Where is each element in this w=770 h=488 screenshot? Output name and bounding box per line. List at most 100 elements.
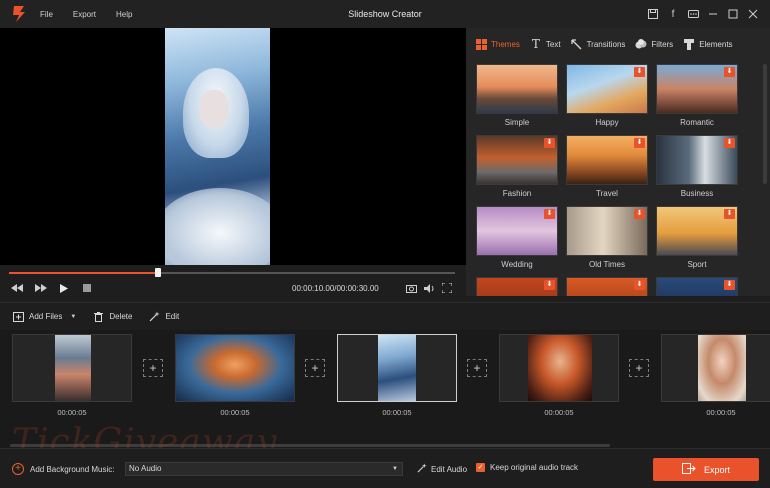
download-icon: ⬇ [544, 280, 555, 290]
snapshot-icon[interactable] [404, 282, 418, 294]
audio-select-value: No Audio [129, 464, 162, 473]
theme-happy[interactable]: ⬇ Happy [566, 64, 648, 127]
add-background-music-button[interactable]: + Add Background Music: [12, 463, 115, 475]
menu-bar: File Export Help [40, 10, 132, 19]
menu-file[interactable]: File [40, 10, 53, 19]
facebook-icon[interactable]: f [666, 6, 680, 22]
tab-elements[interactable]: Elements [683, 38, 733, 50]
trash-icon [92, 311, 104, 323]
add-transition-button[interactable]: + [629, 359, 649, 377]
add-transition-button[interactable]: + [305, 359, 325, 377]
theme-item[interactable]: ⬇ [476, 277, 558, 296]
clip-duration: 00:00:05 [544, 408, 574, 417]
clip[interactable] [661, 334, 770, 402]
fast-forward-icon[interactable] [34, 282, 48, 294]
theme-thumbnail: ⬇ [656, 206, 738, 256]
theme-label: Wedding [501, 260, 533, 269]
edit-audio-label: Edit Audio [431, 464, 468, 474]
clip[interactable] [12, 334, 132, 402]
clip-selected[interactable] [337, 334, 457, 402]
tab-label: Elements [699, 39, 733, 49]
theme-label: Fashion [502, 189, 532, 198]
play-icon[interactable] [57, 282, 71, 294]
filters-icon [635, 38, 647, 50]
checkbox-checked-icon: ✓ [476, 463, 485, 472]
keep-original-audio-checkbox[interactable]: ✓ Keep original audio track [476, 463, 578, 472]
chevron-down-icon[interactable]: ▼ [70, 314, 76, 320]
edit-audio-button[interactable]: Edit Audio [417, 463, 467, 475]
tab-transitions[interactable]: Transitions [571, 38, 625, 50]
magic-wand-icon [148, 311, 160, 323]
theme-sport[interactable]: ⬇ Sport [656, 206, 738, 269]
add-files-icon [12, 311, 24, 323]
rewind-icon[interactable] [10, 282, 24, 294]
clip[interactable] [175, 334, 295, 402]
download-icon: ⬇ [634, 280, 645, 290]
download-icon: ⬇ [724, 67, 735, 77]
theme-travel[interactable]: ⬇ Travel [566, 135, 648, 198]
theme-thumbnail: ⬇ [566, 206, 648, 256]
time-readout: 00:00:10.00/00:00:30.00 [292, 284, 379, 293]
stop-icon[interactable] [80, 282, 94, 294]
download-icon: ⬇ [724, 209, 735, 219]
clip[interactable] [499, 334, 619, 402]
themes-icon [475, 38, 487, 50]
progress-slider[interactable] [9, 268, 455, 277]
feedback-icon[interactable] [686, 6, 700, 22]
export-button[interactable]: Export [653, 458, 759, 481]
maximize-icon[interactable] [726, 6, 740, 22]
clip-duration: 00:00:05 [382, 408, 412, 417]
theme-simple[interactable]: Simple [476, 64, 558, 127]
tab-text[interactable]: T Text [530, 37, 561, 51]
volume-icon[interactable] [422, 282, 436, 294]
theme-scrollbar[interactable] [763, 64, 767, 184]
close-icon[interactable] [746, 6, 760, 22]
theme-grid: Simple ⬇ Happy ⬇ Romantic ⬇ Fashion ⬇ Tr… [476, 64, 760, 296]
theme-thumbnail: ⬇ [476, 277, 558, 296]
download-icon: ⬇ [544, 209, 555, 219]
tab-themes[interactable]: Themes [475, 38, 520, 50]
theme-label: Happy [595, 118, 619, 127]
theme-thumbnail: ⬇ [656, 135, 738, 185]
progress-fill [9, 272, 158, 274]
download-icon: ⬇ [634, 209, 645, 219]
right-panel: Themes T Text Transitions Filters Elemen… [466, 28, 770, 296]
theme-item[interactable]: ⬇ [656, 277, 738, 296]
theme-item[interactable]: ⬇ [566, 277, 648, 296]
clip-duration: 00:00:05 [220, 408, 250, 417]
theme-label: Romantic [680, 118, 714, 127]
menu-help[interactable]: Help [116, 10, 132, 19]
app-logo-icon [9, 4, 29, 24]
tab-label: Filters [651, 39, 674, 49]
add-files-button[interactable]: Add Files ▼ [12, 311, 76, 323]
minimize-icon[interactable] [706, 6, 720, 22]
theme-old-times[interactable]: ⬇ Old Times [566, 206, 648, 269]
add-transition-button[interactable]: + [467, 359, 487, 377]
download-icon: ⬇ [544, 138, 555, 148]
chevron-down-icon: ▼ [392, 466, 398, 472]
clip-duration: 00:00:05 [57, 408, 87, 417]
theme-wedding[interactable]: ⬇ Wedding [476, 206, 558, 269]
elements-icon [683, 38, 695, 50]
fullscreen-icon[interactable] [440, 282, 454, 294]
save-icon[interactable] [646, 6, 660, 22]
tab-filters[interactable]: Filters [635, 38, 673, 50]
theme-thumbnail: ⬇ [566, 64, 648, 114]
menu-export[interactable]: Export [73, 10, 96, 19]
theme-label: Simple [504, 118, 530, 127]
add-transition-button[interactable]: + [143, 359, 163, 377]
theme-romantic[interactable]: ⬇ Romantic [656, 64, 738, 127]
theme-business[interactable]: ⬇ Business [656, 135, 738, 198]
delete-button[interactable]: Delete [92, 311, 132, 323]
progress-handle[interactable] [154, 268, 161, 277]
audio-select[interactable]: No Audio ▼ [125, 462, 403, 476]
title-bar: File Export Help Slideshow Creator f [0, 0, 770, 28]
download-icon: ⬇ [724, 280, 735, 290]
edit-button[interactable]: Edit [148, 311, 179, 323]
playback-bar: 00:00:10.00/00:00:30.00 [0, 265, 466, 302]
tab-label: Text [545, 39, 561, 49]
theme-fashion[interactable]: ⬇ Fashion [476, 135, 558, 198]
clip-duration: 00:00:05 [706, 408, 736, 417]
export-label: Export [703, 464, 730, 475]
add-music-label: Add Background Music: [30, 464, 115, 474]
